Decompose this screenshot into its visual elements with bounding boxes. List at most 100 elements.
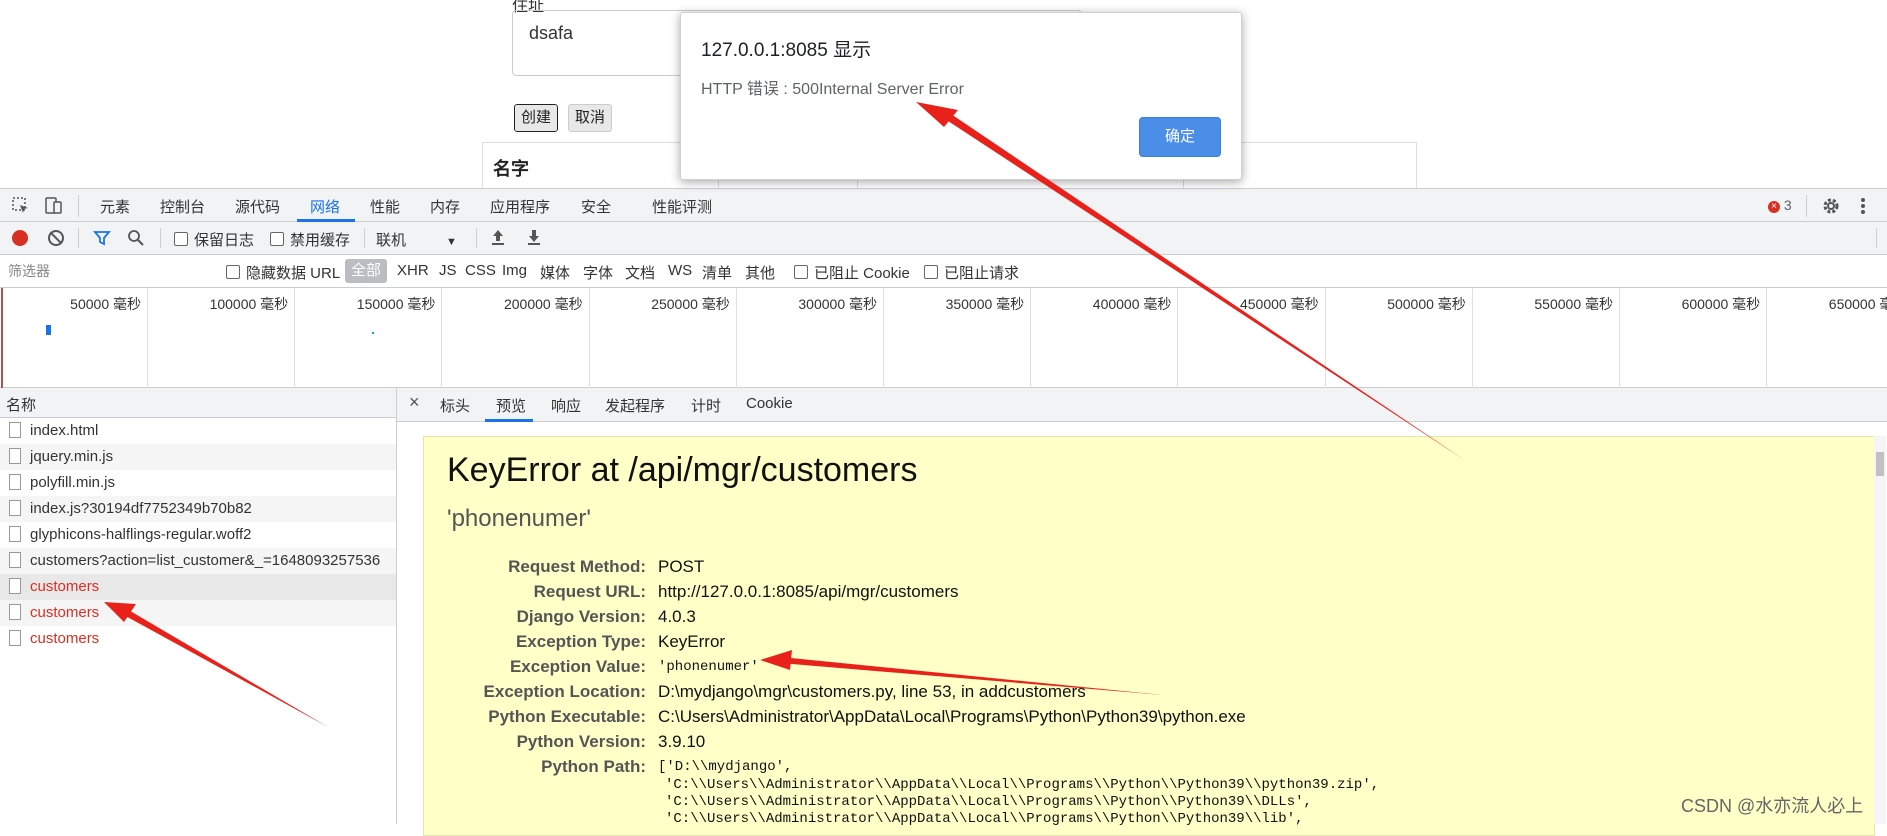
filter-all-button[interactable]: 全部 <box>345 259 388 283</box>
meta-value: POST <box>658 557 705 576</box>
more-options-icon[interactable] <box>1860 196 1866 221</box>
request-row[interactable]: customers <box>0 626 396 652</box>
file-icon <box>9 526 21 542</box>
search-icon[interactable] <box>127 229 145 252</box>
file-icon <box>9 578 21 594</box>
tab-sources[interactable]: 源代码 <box>235 196 280 217</box>
table-header-name: 名字 <box>493 159 529 179</box>
checkbox-box[interactable] <box>270 232 284 246</box>
address-value: dsafa <box>529 23 574 43</box>
tab-cookies[interactable]: Cookie <box>746 395 793 412</box>
name-header-label: 名称 <box>6 397 37 414</box>
preview-scrollbar[interactable] <box>1874 436 1886 824</box>
filter-font[interactable]: 字体 <box>583 262 613 283</box>
filter-ws[interactable]: WS <box>668 262 692 279</box>
checkbox-box[interactable] <box>226 265 240 279</box>
inspect-element-icon[interactable] <box>12 197 30 220</box>
request-row[interactable]: jquery.min.js <box>0 444 396 470</box>
blocked-requests-label: 已阻止请求 <box>944 265 1020 282</box>
meta-label: Exception Type: <box>515 632 646 651</box>
request-list: 名称 index.html jquery.min.js polyfill.min.j… <box>0 388 397 824</box>
request-row[interactable]: index.html <box>0 418 396 444</box>
export-har-icon[interactable] <box>526 228 542 251</box>
meta-value: 'phonenumer' <box>658 659 759 675</box>
detail-tab-bar: × 标头 预览 响应 发起程序 计时 Cookie <box>397 388 1887 422</box>
timeline-tick-label: 250000 毫秒 <box>651 296 730 312</box>
filter-img[interactable]: Img <box>502 262 527 279</box>
throttle-select[interactable]: 联机 ▼ <box>376 229 457 250</box>
filter-input[interactable]: 筛选器 <box>4 259 210 283</box>
tab-timing[interactable]: 计时 <box>691 395 721 416</box>
request-row[interactable]: customers <box>0 574 396 600</box>
python-path-entry: 'C:\\Users\\Administrator\\AppData\\Loca… <box>665 794 1312 810</box>
filter-doc[interactable]: 文档 <box>625 262 655 283</box>
error-count-badge[interactable]: × 3 <box>1768 197 1792 213</box>
file-icon <box>9 630 21 646</box>
tab-preview[interactable]: 预览 <box>496 395 526 416</box>
filter-css[interactable]: CSS <box>465 262 496 279</box>
filter-xhr[interactable]: XHR <box>397 262 429 279</box>
request-row[interactable]: customers <box>0 600 396 626</box>
cancel-button[interactable]: 取消 <box>568 104 613 132</box>
tab-security[interactable]: 安全 <box>581 196 611 217</box>
filter-other[interactable]: 其他 <box>745 262 775 283</box>
preserve-log-checkbox[interactable]: 保留日志 <box>174 229 254 250</box>
devtools-tab-bar: 元素 控制台 源代码 网络 性能 内存 应用程序 安全 性能评测 × 3 <box>0 188 1887 222</box>
tab-lighthouse[interactable]: 性能评测 <box>652 196 712 217</box>
meta-label: Exception Location: <box>483 682 646 701</box>
request-name: index.js?30194df7752349b70b82 <box>30 500 252 517</box>
timeline-tick-label: 400000 毫秒 <box>1092 296 1172 312</box>
tab-console[interactable]: 控制台 <box>160 196 205 217</box>
tab-elements[interactable]: 元素 <box>100 196 130 217</box>
timeline-tick-label: 350000 毫秒 <box>945 296 1025 312</box>
tab-network[interactable]: 网络 <box>310 196 340 217</box>
request-row[interactable]: customers?action=list_customer&_=1648093… <box>0 548 396 574</box>
tab-headers[interactable]: 标头 <box>440 395 470 416</box>
network-timeline-overview[interactable]: 50000 毫秒 100000 毫秒 150000 毫秒 200000 毫秒 25000… <box>0 288 1887 388</box>
request-name: glyphicons-halflings-regular.woff2 <box>30 526 252 543</box>
tab-memory[interactable]: 内存 <box>430 196 460 217</box>
blocked-cookies-checkbox[interactable]: 已阻止 Cookie <box>794 262 910 283</box>
meta-label: Request URL: <box>533 582 646 601</box>
checkbox-box[interactable] <box>174 232 188 246</box>
checkbox-box[interactable] <box>794 265 808 279</box>
preview-scrollbar-thumb[interactable] <box>1876 452 1884 476</box>
clear-icon[interactable] <box>48 230 64 246</box>
tab-performance[interactable]: 性能 <box>370 196 400 217</box>
name-column-header[interactable]: 名称 <box>0 388 396 418</box>
hide-data-url-checkbox[interactable]: 隐藏数据 URL <box>226 262 340 283</box>
request-row[interactable]: polyfill.min.js <box>0 470 396 496</box>
request-row[interactable]: index.js?30194df7752349b70b82 <box>0 496 396 522</box>
tab-initiator[interactable]: 发起程序 <box>605 395 665 416</box>
settings-gear-icon[interactable] <box>1821 196 1841 221</box>
import-har-icon[interactable] <box>490 228 506 251</box>
timeline-tick-label: 200000 毫秒 <box>503 296 583 312</box>
toolbar-divider <box>78 195 79 217</box>
filter-manifest[interactable]: 清单 <box>702 262 732 283</box>
blocked-requests-checkbox[interactable]: 已阻止请求 <box>924 262 1019 283</box>
toolbar-divider <box>1876 228 1877 248</box>
tab-application[interactable]: 应用程序 <box>490 196 550 217</box>
filter-media[interactable]: 媒体 <box>540 262 570 283</box>
timeline-tick-label: 650000 毫秒 <box>1828 296 1887 312</box>
create-button[interactable]: 创建 <box>512 103 560 133</box>
timeline-request-bar <box>372 332 374 334</box>
timeline-tick-label: 100000 毫秒 <box>209 296 289 312</box>
file-icon <box>9 604 21 620</box>
device-toolbar-icon[interactable] <box>44 195 64 220</box>
close-icon[interactable]: × <box>409 392 420 413</box>
dialog-ok-button[interactable]: 确定 <box>1139 117 1221 157</box>
meta-label: Python Executable: <box>488 707 646 726</box>
request-row[interactable]: glyphicons-halflings-regular.woff2 <box>0 522 396 548</box>
disable-cache-checkbox[interactable]: 禁用缓存 <box>270 229 350 250</box>
alert-dialog: 127.0.0.1:8085 显示 HTTP 错误 : 500Internal … <box>680 12 1242 180</box>
tab-response[interactable]: 响应 <box>551 395 581 416</box>
checkbox-box[interactable] <box>924 265 938 279</box>
filter-funnel-icon[interactable] <box>93 229 111 252</box>
record-icon[interactable] <box>12 230 28 246</box>
timeline-tick-label: 300000 毫秒 <box>798 296 877 312</box>
toolbar-divider <box>1806 195 1807 217</box>
filter-js[interactable]: JS <box>439 262 457 279</box>
chevron-down-icon: ▼ <box>446 236 457 248</box>
meta-value: ['D:\\mydjango', <box>658 759 793 775</box>
